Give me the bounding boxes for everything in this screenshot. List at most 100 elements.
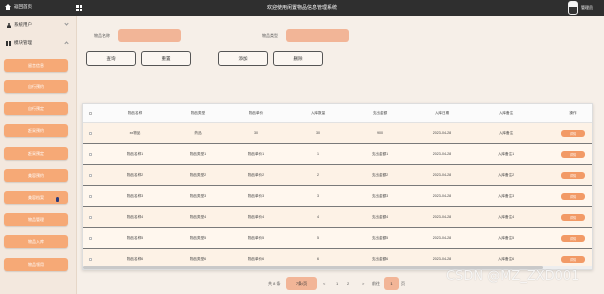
pagination-total: 共 8 条 xyxy=(268,281,281,286)
cell-note: 入库备注2 xyxy=(497,172,515,177)
row-checkbox[interactable] xyxy=(89,132,92,135)
column-header-quantity[interactable]: 入库数量 xyxy=(287,104,349,122)
sidebar-group-users[interactable]: 系统用户 xyxy=(6,20,69,30)
column-header-price[interactable]: 物品单价 xyxy=(225,104,287,122)
cell-quantity: 4 xyxy=(317,215,319,219)
row-checkbox[interactable] xyxy=(89,258,92,261)
cell-price: 物品单价2 xyxy=(247,172,265,177)
cell-type: 物品类型3 xyxy=(189,193,207,198)
sidebar-group-label: 模块管理 xyxy=(14,40,32,45)
watermark: CSDN @MZ_ZXD001 xyxy=(446,269,580,284)
cell-note: 入库备注 xyxy=(498,130,514,135)
details-button[interactable]: 详情 xyxy=(561,234,585,242)
cell-extra xyxy=(539,123,553,143)
cell-extra xyxy=(539,207,553,227)
sidebar-item-label: 美容档案 xyxy=(28,194,44,200)
table-row[interactable]: 物品名称5 物品类型5 物品单价5 5 支出金额5 2023-04-28 入库备注5 详情 xyxy=(83,228,592,249)
row-checkbox[interactable] xyxy=(89,216,92,219)
cell-actions: 详情 xyxy=(553,123,592,143)
column-header-name[interactable]: 物品名称 xyxy=(99,104,171,122)
sidebar-group-modules[interactable]: 模块管理 xyxy=(6,38,69,48)
sidebar-item-label: 留言信息 xyxy=(28,62,44,68)
cell-type: 物品类型5 xyxy=(189,235,207,240)
cell-actions: 详情 xyxy=(553,144,592,164)
column-header-actions: 操作 xyxy=(569,110,577,115)
page-unit-label: 页 xyxy=(401,281,405,286)
select-all-checkbox[interactable] xyxy=(89,112,92,115)
column-header-type[interactable]: 物品类型 xyxy=(171,104,225,122)
item-name-input[interactable] xyxy=(118,29,181,42)
details-button[interactable]: 详情 xyxy=(561,171,585,179)
details-button[interactable]: 详情 xyxy=(561,192,585,200)
table-row[interactable]: xx物品 药品 30 30 900 2023-04-28 入库备注 详情 xyxy=(83,123,592,144)
prev-page-button[interactable]: < xyxy=(323,281,325,286)
add-button[interactable]: 添加 xyxy=(218,51,268,66)
table-row[interactable]: 物品名称1 物品类型1 物品单价1 1 支出金额1 2023-04-28 入库备注1 详情 xyxy=(83,144,592,165)
cell-date: 2023-04-28 xyxy=(432,131,452,135)
row-checkbox[interactable] xyxy=(89,153,92,156)
sidebar-item-beauty-appointment[interactable]: 美容预约 xyxy=(4,169,68,182)
sidebar-item-label: 自行预定 xyxy=(28,105,44,111)
table-header: 物品名称 物品类型 物品单价 入库数量 支出金额 入库日期 入库备注 操作 xyxy=(83,104,592,123)
cell-actions: 详情 xyxy=(553,165,592,185)
sidebar-item-self-booking[interactable]: 自行预定 xyxy=(4,102,68,115)
details-button[interactable]: 详情 xyxy=(561,129,585,137)
sidebar-item-self-appointment[interactable]: 自行预约 xyxy=(4,80,68,93)
cell-date: 2023-04-28 xyxy=(432,236,452,240)
sidebar-item-label: 自行预约 xyxy=(28,83,44,89)
row-checkbox[interactable] xyxy=(89,195,92,198)
cell-quantity: 5 xyxy=(317,236,319,240)
avatar[interactable] xyxy=(568,1,578,15)
page-size-select[interactable]: 7条/页 xyxy=(286,277,317,290)
cell-note: 入库备注3 xyxy=(497,193,515,198)
sidebar-item-gancai-booking[interactable]: 赶采预定 xyxy=(4,147,68,160)
details-button[interactable]: 详情 xyxy=(561,213,585,221)
sidebar-item-item-inbound[interactable]: 物品入库 xyxy=(4,235,68,248)
row-checkbox[interactable] xyxy=(89,237,92,240)
sidebar-item-label: 美容预约 xyxy=(28,172,44,178)
cell-amount: 支出金额2 xyxy=(371,172,389,177)
cell-extra xyxy=(539,228,553,248)
chevron-down-icon xyxy=(64,21,69,26)
sidebar-item-label: 赶采预定 xyxy=(28,150,44,156)
goto-label: 前往 xyxy=(372,281,380,286)
next-page-button[interactable]: > xyxy=(362,281,364,286)
sidebar-item-item-management[interactable]: 物品管理 xyxy=(4,213,68,226)
cell-date: 2023-04-28 xyxy=(432,215,452,219)
cell-actions: 详情 xyxy=(553,186,592,206)
column-header-note[interactable]: 入库备注 xyxy=(473,104,539,122)
item-type-input[interactable] xyxy=(286,29,349,42)
cell-amount: 支出金额4 xyxy=(371,214,389,219)
sidebar-item-label: 物品领用 xyxy=(28,261,44,267)
mouse-cursor-icon xyxy=(56,197,61,203)
app-title: 欢迎使用闲置物品信息管理系统 xyxy=(266,5,337,11)
username[interactable]: 管理员 xyxy=(581,5,593,11)
cell-quantity: 2 xyxy=(317,173,319,177)
page-number-1[interactable]: 1 xyxy=(336,281,338,286)
cell-name: 物品名称4 xyxy=(126,214,144,219)
page-number-2[interactable]: 2 xyxy=(347,281,349,286)
details-button[interactable]: 详情 xyxy=(561,150,585,158)
column-header-date[interactable]: 入库日期 xyxy=(411,104,473,122)
column-header-amount[interactable]: 支出金额 xyxy=(349,104,411,122)
details-button[interactable]: 详情 xyxy=(561,255,585,263)
top-bar: 返回首页 欢迎使用闲置物品信息管理系统 管理员 xyxy=(0,0,604,16)
row-checkbox[interactable] xyxy=(89,174,92,177)
cell-name: 物品名称2 xyxy=(126,172,144,177)
cell-type: 物品类型1 xyxy=(189,151,207,156)
sidebar-item-gancai-appointment[interactable]: 赶采预约 xyxy=(4,124,68,137)
reset-button[interactable]: 重置 xyxy=(141,51,191,66)
delete-button[interactable]: 删除 xyxy=(273,51,323,66)
item-type-label: 物品类型 xyxy=(262,33,278,38)
table-row[interactable]: 物品名称4 物品类型4 物品单价4 4 支出金额4 2023-04-28 入库备注4 详情 xyxy=(83,207,592,228)
table-row[interactable]: 物品名称3 物品类型3 物品单价3 3 支出金额3 2023-04-28 入库备注3 详情 xyxy=(83,186,592,207)
cell-note: 入库备注4 xyxy=(497,214,515,219)
table-row[interactable]: 物品名称2 物品类型2 物品单价2 2 支出金额2 2023-04-28 入库备注2 详情 xyxy=(83,165,592,186)
query-button[interactable]: 查询 xyxy=(86,51,136,66)
cell-amount: 支出金额3 xyxy=(371,193,389,198)
goto-page-input[interactable]: 1 xyxy=(384,277,399,290)
sidebar-item-item-usage[interactable]: 物品领用 xyxy=(4,258,68,271)
cell-quantity: 1 xyxy=(317,152,319,156)
cell-price: 30 xyxy=(254,131,258,135)
sidebar-item-messages[interactable]: 留言信息 xyxy=(4,59,68,72)
